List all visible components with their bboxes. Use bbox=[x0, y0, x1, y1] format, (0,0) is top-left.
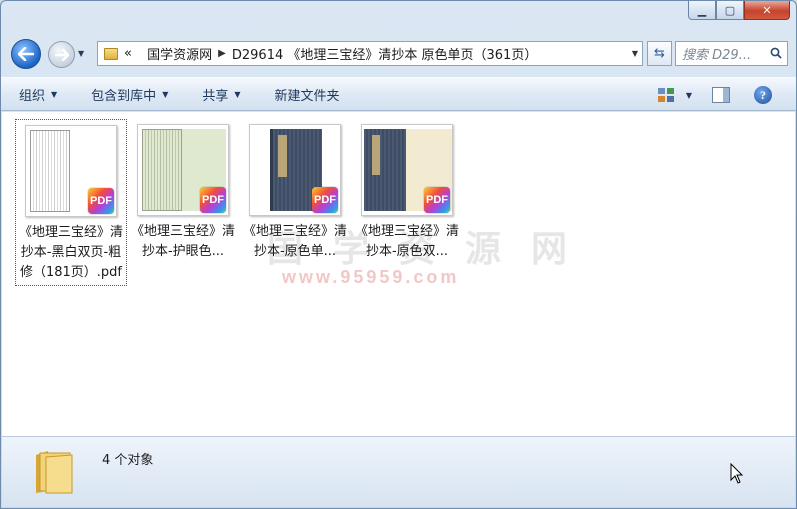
organize-button[interactable]: 组织 ▼ bbox=[19, 85, 57, 104]
command-bar: 组织 ▼ 包含到库中 ▼ 共享 ▼ 新建文件夹 ▼ ? bbox=[1, 77, 796, 111]
chevron-down-icon: ▼ bbox=[234, 89, 241, 99]
caption-buttons: ▁ ▢ ✕ bbox=[688, 1, 790, 20]
share-button[interactable]: 共享 ▼ bbox=[202, 85, 240, 104]
file-thumbnail: PDF bbox=[249, 124, 341, 216]
recent-pages-dropdown[interactable]: ▼ bbox=[78, 49, 88, 59]
new-folder-button[interactable]: 新建文件夹 bbox=[275, 85, 340, 104]
file-thumbnail: PDF bbox=[361, 124, 453, 216]
chevron-down-icon: ▼ bbox=[51, 89, 58, 99]
new-folder-label: 新建文件夹 bbox=[274, 88, 340, 104]
pdf-icon: PDF bbox=[424, 187, 450, 213]
file-list-view[interactable]: 国 学 资 源 网 www.95959.com PDF 《地理三宝经》清抄本-黑… bbox=[2, 112, 795, 436]
file-item[interactable]: PDF 《地理三宝经》清抄本-原色单... bbox=[239, 119, 351, 264]
book-cover bbox=[364, 129, 406, 211]
forward-arrow-icon bbox=[54, 48, 69, 61]
back-arrow-icon bbox=[18, 47, 34, 61]
file-thumbnail: PDF bbox=[25, 125, 117, 217]
search-input[interactable]: 搜索 D29... bbox=[675, 41, 788, 66]
back-button[interactable] bbox=[11, 39, 41, 69]
file-name: 《地理三宝经》清抄本-黑白双页-粗修（181页）.pdf bbox=[18, 225, 123, 280]
breadcrumb-root[interactable]: 国学资源网 bbox=[147, 44, 212, 63]
address-overflow[interactable]: « bbox=[124, 46, 132, 61]
page-left bbox=[142, 129, 182, 211]
address-bar[interactable]: « 国学资源网 ▶ D29614 《地理三宝经》清抄本 原色单页（361页） ▼ bbox=[97, 41, 643, 66]
chevron-down-icon: ▼ bbox=[78, 49, 85, 58]
item-count: 4 个对象 bbox=[102, 453, 154, 468]
navigation-row: ▼ « 国学资源网 ▶ D29614 《地理三宝经》清抄本 原色单页（361页）… bbox=[11, 37, 788, 71]
include-in-library-label: 包含到库中 bbox=[91, 88, 157, 104]
mouse-pointer-icon bbox=[730, 463, 744, 484]
view-dropdown-icon[interactable]: ▼ bbox=[686, 91, 692, 100]
change-view-icon[interactable] bbox=[657, 88, 674, 102]
close-button[interactable]: ✕ bbox=[744, 1, 790, 20]
breadcrumb-current[interactable]: D29614 《地理三宝经》清抄本 原色单页（361页） bbox=[232, 44, 537, 63]
view-controls: ▼ ? bbox=[657, 86, 772, 104]
address-dropdown-icon[interactable]: ▼ bbox=[632, 49, 638, 58]
page-left bbox=[30, 130, 70, 212]
maximize-button[interactable]: ▢ bbox=[716, 1, 744, 20]
chevron-down-icon: ▼ bbox=[162, 89, 169, 99]
book-title-slip bbox=[372, 135, 380, 175]
search-icon bbox=[770, 47, 782, 59]
preview-pane-icon[interactable] bbox=[712, 87, 730, 103]
pdf-icon: PDF bbox=[88, 188, 114, 214]
watermark-url: www.95959.com bbox=[282, 267, 460, 287]
minimize-icon: ▁ bbox=[697, 3, 707, 17]
refresh-icon: ⇆ bbox=[654, 46, 665, 61]
folder-icon bbox=[104, 47, 118, 60]
file-name: 《地理三宝经》清抄本-原色双... bbox=[354, 224, 459, 259]
include-in-library-button[interactable]: 包含到库中 ▼ bbox=[91, 85, 168, 104]
file-item[interactable]: PDF 《地理三宝经》清抄本-黑白双页-粗修（181页）.pdf bbox=[15, 119, 127, 286]
folder-icon bbox=[36, 451, 73, 494]
pdf-icon: PDF bbox=[312, 187, 338, 213]
search-placeholder: 搜索 D29... bbox=[682, 48, 752, 63]
minimize-button[interactable]: ▁ bbox=[688, 1, 716, 20]
refresh-button[interactable]: ⇆ bbox=[647, 41, 672, 66]
file-item[interactable]: PDF 《地理三宝经》清抄本-护眼色... bbox=[127, 119, 239, 264]
file-name: 《地理三宝经》清抄本-护眼色... bbox=[130, 224, 235, 259]
close-icon: ✕ bbox=[762, 3, 772, 17]
maximize-icon: ▢ bbox=[724, 3, 736, 17]
details-pane: 4 个对象 bbox=[2, 436, 795, 507]
file-name: 《地理三宝经》清抄本-原色单... bbox=[242, 224, 347, 259]
help-icon[interactable]: ? bbox=[754, 86, 772, 104]
breadcrumb-separator-icon[interactable]: ▶ bbox=[218, 48, 226, 59]
book-title-slip bbox=[278, 135, 287, 177]
pdf-icon: PDF bbox=[200, 187, 226, 213]
file-item[interactable]: PDF 《地理三宝经》清抄本-原色双... bbox=[351, 119, 463, 264]
organize-label: 组织 bbox=[19, 88, 46, 104]
explorer-window: ▁ ▢ ✕ ▼ « 国学资源网 ▶ D29614 《地理三宝经》清抄本 原色单页… bbox=[0, 0, 797, 509]
forward-button[interactable] bbox=[48, 41, 75, 68]
share-label: 共享 bbox=[202, 88, 229, 104]
file-thumbnail: PDF bbox=[137, 124, 229, 216]
